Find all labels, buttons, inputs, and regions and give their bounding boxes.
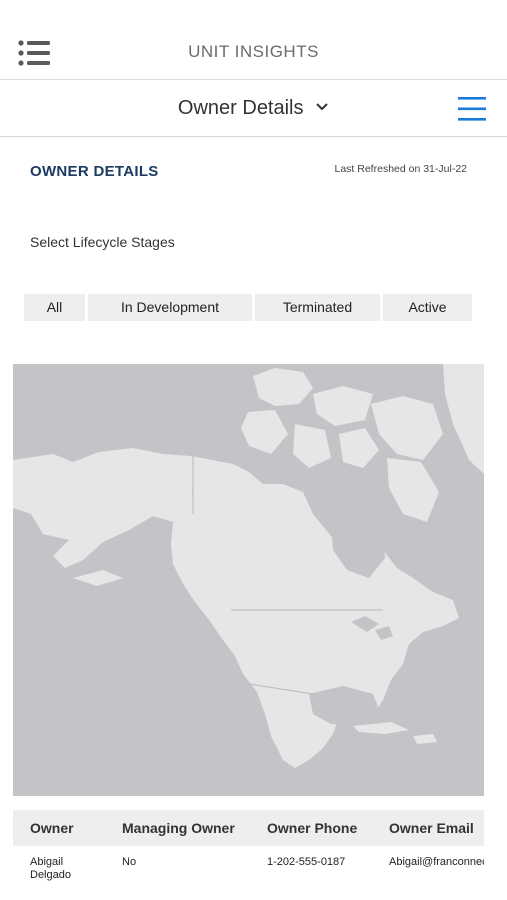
last-refreshed-text: Last Refreshed on 31-Jul-22 [334,163,468,175]
column-header-managing-owner[interactable]: Managing Owner [105,820,250,836]
section-title: OWNER DETAILS [30,163,159,180]
stage-all-button[interactable]: All [24,294,85,321]
stage-active-button[interactable]: Active [383,294,472,321]
chevron-down-icon [316,103,328,111]
column-header-owner-email[interactable]: Owner Email [372,820,484,836]
hamburger-menu-icon[interactable] [457,96,487,122]
selected-page-label: Owner Details [177,97,304,119]
top-app-bar: UNIT INSIGHTS [0,0,507,80]
column-header-owner[interactable]: Owner [13,820,105,836]
owner-name-cell: Abigail Delgado [30,856,71,881]
column-header-owner-phone[interactable]: Owner Phone [250,820,372,836]
owner-table: Owner Managing Owner Owner Phone Owner E… [13,810,484,882]
app-title: UNIT INSIGHTS [188,42,319,61]
lifecycle-label: Select Lifecycle Stages [30,234,175,250]
north-america-map [13,364,484,796]
table-row[interactable]: Abigail Delgado No 1-202-555-0187 Abigai… [13,846,484,882]
owner-email-cell: Abigail@franconnect.com [389,856,484,868]
map-view[interactable] [13,364,484,796]
owner-phone-cell: 1-202-555-0187 [267,856,346,868]
managing-owner-cell: No [122,856,137,868]
lifecycle-stage-filters: All In Development Terminated Active [24,294,472,321]
stage-in-development-button[interactable]: In Development [88,294,252,321]
page-selector-dropdown[interactable]: Owner Details [0,97,507,120]
table-header: Owner Managing Owner Owner Phone Owner E… [13,810,484,846]
stage-terminated-button[interactable]: Terminated [255,294,380,321]
page-nav-bar: Owner Details [0,80,507,137]
